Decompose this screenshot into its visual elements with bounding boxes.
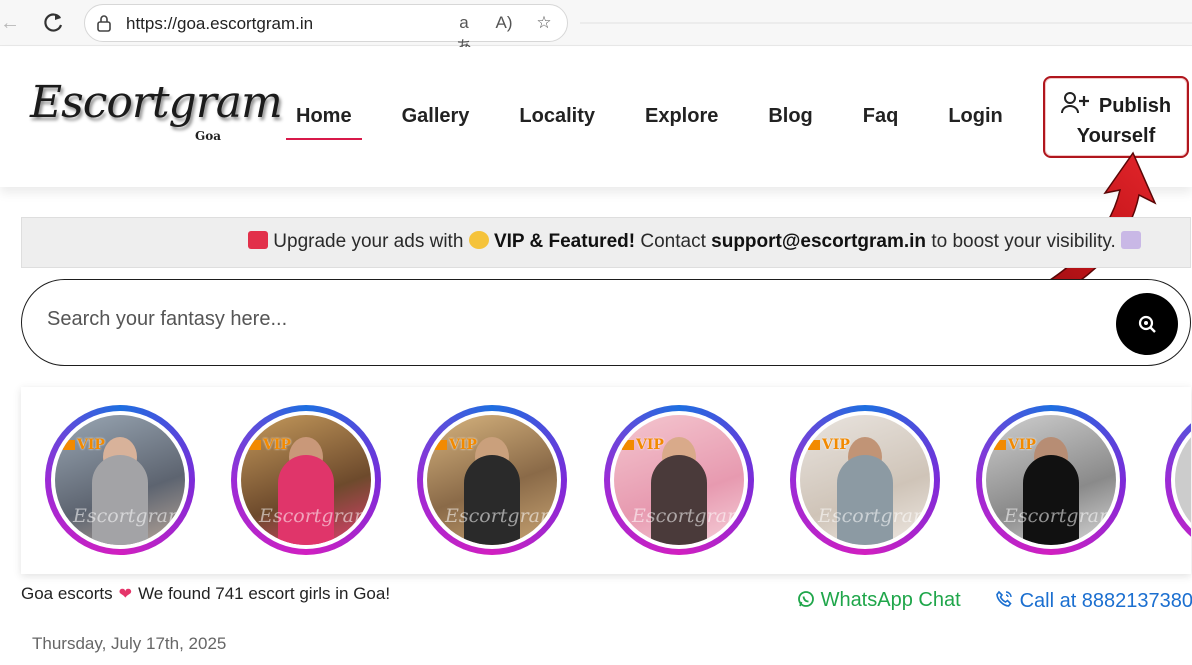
profile-photo: Escortgram VIP: [800, 415, 930, 545]
watermark: Escortgram: [445, 505, 557, 527]
story-item[interactable]: Escortgram VIP: [604, 405, 754, 555]
nav-faq[interactable]: Faq: [863, 105, 899, 140]
profile-photo: Escortgram VIP: [241, 415, 371, 545]
watermark: Escortgram: [259, 505, 371, 527]
story-item[interactable]: Escortgram VIP: [976, 405, 1126, 555]
profile-photo: Escortgram VIP: [55, 415, 185, 545]
logo-subtext: Goa: [195, 129, 222, 143]
announce-text-middle: Contact: [640, 231, 706, 252]
rocket-icon: [1121, 231, 1142, 249]
toolbar-divider: [580, 22, 1192, 24]
call-link[interactable]: Call at 8882137380: [994, 589, 1192, 613]
story-item[interactable]: Escortgram VIP: [45, 405, 195, 555]
back-icon[interactable]: ←: [0, 12, 22, 34]
nav-gallery[interactable]: Gallery: [402, 105, 470, 140]
vip-badge: VIP: [622, 437, 664, 453]
watermark: Escortgram: [818, 505, 930, 527]
story-item[interactable]: [1165, 405, 1191, 555]
announce-text-before: Upgrade your ads with: [273, 231, 464, 252]
found-prefix: Goa escorts: [21, 584, 113, 603]
search-bar: [21, 279, 1191, 366]
search-input[interactable]: [47, 308, 947, 331]
browser-toolbar: ← https://goa.escortgram.in aあ A) ☆: [0, 0, 1192, 57]
announcement-banner: Upgrade your ads with VIP & Featured! Co…: [21, 217, 1191, 268]
call-label: Call at 8882137380: [1019, 590, 1192, 612]
main-nav: Home Gallery Locality Explore Blog Faq L…: [286, 105, 1053, 140]
nav-home[interactable]: Home: [286, 105, 362, 140]
vip-badge: VIP: [994, 437, 1036, 453]
whatsapp-chat-link[interactable]: WhatsApp Chat: [797, 589, 961, 612]
sparkles-icon: [468, 231, 489, 249]
featured-stories-carousel: Escortgram VIP Escortgram VIP Escortgram…: [21, 387, 1191, 574]
megaphone-icon: [248, 231, 268, 249]
nav-locality[interactable]: Locality: [519, 105, 595, 140]
announce-text-after: to boost your visibility.: [931, 231, 1116, 252]
vip-badge: VIP: [435, 437, 477, 453]
whatsapp-icon: [798, 591, 814, 607]
logo-text: Escortgram: [30, 77, 283, 128]
story-item[interactable]: Escortgram VIP: [790, 405, 940, 555]
support-email-link[interactable]: support@escortgram.in: [711, 231, 926, 252]
announce-highlight: VIP & Featured!: [493, 231, 636, 252]
reload-icon[interactable]: [40, 10, 66, 36]
publish-label-line2: Yourself: [1076, 125, 1156, 147]
current-date: Thursday, July 17th, 2025: [32, 634, 227, 653]
nav-explore[interactable]: Explore: [645, 105, 718, 140]
add-user-icon: [1060, 92, 1089, 114]
story-item[interactable]: Escortgram VIP: [417, 405, 567, 555]
vip-badge: VIP: [808, 437, 850, 453]
heart-icon: ❤: [118, 586, 133, 603]
results-summary: Goa escorts ❤ We found 741 escort girls in…: [21, 584, 390, 604]
watermark: Escortgram: [632, 505, 744, 527]
profile-photo: Escortgram VIP: [986, 415, 1116, 545]
profile-photo: [1175, 415, 1191, 545]
site-logo[interactable]: Escortgram Goa: [30, 77, 283, 167]
watermark: Escortgram: [73, 505, 185, 527]
vip-badge: VIP: [63, 437, 105, 453]
profile-photo: Escortgram VIP: [427, 415, 557, 545]
publish-label-line1: Publish: [1098, 95, 1172, 117]
whatsapp-label: WhatsApp Chat: [820, 589, 961, 611]
search-button[interactable]: [1116, 293, 1178, 355]
search-icon: [1138, 315, 1156, 333]
url-text: https://goa.escortgram.in: [126, 14, 314, 33]
found-text: We found 741 escort girls in Goa!: [138, 584, 391, 603]
lock-icon: [97, 15, 111, 32]
vip-badge: VIP: [249, 437, 291, 453]
nav-blog[interactable]: Blog: [768, 105, 812, 140]
nav-login[interactable]: Login: [948, 105, 1002, 140]
watermark: Escortgram: [1004, 505, 1116, 527]
story-item[interactable]: Escortgram VIP: [231, 405, 381, 555]
profile-photo: Escortgram VIP: [614, 415, 744, 545]
address-bar[interactable]: https://goa.escortgram.in aあ A) ☆: [84, 4, 568, 57]
phone-icon: [996, 590, 1012, 607]
